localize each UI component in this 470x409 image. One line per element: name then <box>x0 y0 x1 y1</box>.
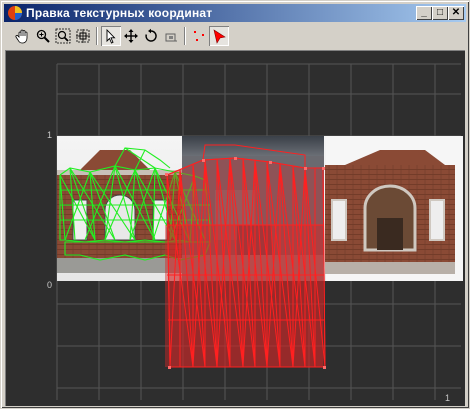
toolbar <box>4 23 466 49</box>
toolbar-separator <box>96 27 98 45</box>
scale-tool-button[interactable] <box>161 26 181 46</box>
select-tool-button[interactable] <box>101 26 121 46</box>
zoom-extents-icon <box>76 29 90 43</box>
scale-icon <box>165 33 177 42</box>
uv-canvas[interactable] <box>5 50 465 406</box>
move-tool-button[interactable] <box>121 26 141 46</box>
arrow-select-icon <box>106 28 116 44</box>
window-title: Правка текстурных координат <box>26 6 213 20</box>
select-vertices-tool-button[interactable] <box>209 26 229 46</box>
u-axis-label-one: 1 <box>445 393 451 403</box>
maximize-button[interactable]: □ <box>432 6 448 20</box>
zoom-region-tool-button[interactable] <box>53 26 73 46</box>
red-arrow-icon <box>213 29 226 44</box>
zoom-region-icon <box>55 28 71 44</box>
zoom-tool-button[interactable] <box>33 26 53 46</box>
zoom-extents-tool-button[interactable] <box>73 26 93 46</box>
title-bar[interactable]: Правка текстурных координат _ □ ✕ <box>4 4 466 22</box>
texture-coords-window: Правка текстурных координат _ □ ✕ 1 0 1 <box>0 0 470 409</box>
toolbar-separator <box>184 27 186 45</box>
hand-icon <box>15 29 28 44</box>
close-button[interactable]: ✕ <box>448 6 464 20</box>
v-axis-label-zero: 0 <box>47 280 53 290</box>
magnifier-icon <box>36 29 50 43</box>
v-axis-label-one: 1 <box>47 130 53 140</box>
app-icon <box>8 6 22 20</box>
rotate-icon <box>145 28 157 42</box>
vertices-icon <box>194 31 204 41</box>
pan-tool-button[interactable] <box>13 26 33 46</box>
show-vertices-tool-button[interactable] <box>189 26 209 46</box>
rotate-tool-button[interactable] <box>141 26 161 46</box>
uv-editor-viewport[interactable]: 1 0 1 <box>5 50 465 406</box>
uv-mesh-red <box>165 144 326 368</box>
minimize-button[interactable]: _ <box>416 6 432 20</box>
move-icon <box>124 29 138 43</box>
